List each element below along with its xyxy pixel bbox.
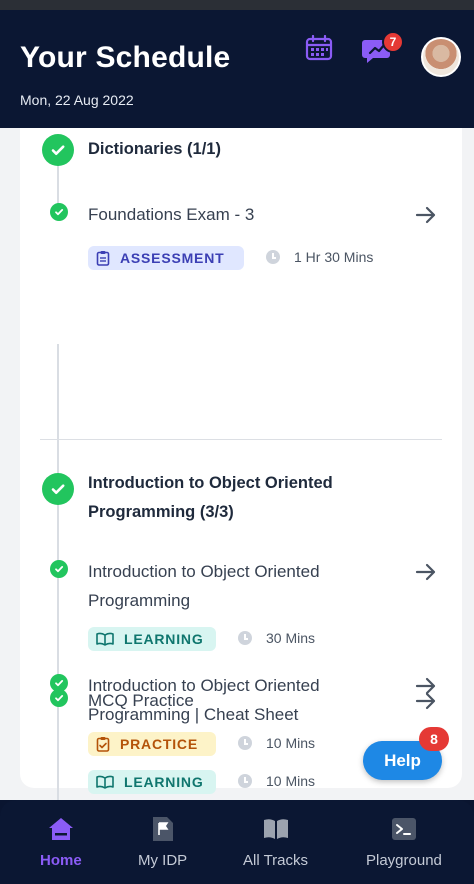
current-date: Mon, 22 Aug 2022 [20, 92, 134, 108]
duration-text: 30 Mins [266, 630, 316, 646]
clock-icon [238, 631, 252, 645]
item-duration: 1 Hr 30 Mins [266, 249, 373, 265]
tag-learning: LEARNING [88, 627, 216, 651]
status-bar-strip [0, 0, 474, 10]
nav-label: Playground [366, 852, 442, 869]
clock-icon [238, 774, 252, 788]
item-title[interactable]: Foundations Exam - 3 [88, 200, 348, 229]
section-divider [40, 439, 442, 440]
tag-learning: LEARNING [88, 770, 216, 794]
section-title: Introduction to Object Oriented Programm… [88, 474, 333, 521]
tag-label: LEARNING [124, 774, 204, 790]
duration-text: 10 Mins [266, 773, 316, 789]
notification-badge: 7 [382, 31, 404, 53]
item-complete-check-icon [50, 674, 68, 692]
item-complete-check-icon [50, 560, 68, 578]
item-complete-check-icon [50, 203, 68, 221]
item-duration: 10 Mins [238, 773, 315, 789]
app-header: Your Schedule Mon, 22 Aug 2022 [0, 10, 474, 128]
help-badge: 8 [419, 727, 449, 751]
bottom-navigation: Home My IDP All Tracks Playground [0, 800, 474, 884]
nav-my-idp[interactable]: My IDP [138, 816, 187, 869]
open-book-icon [263, 819, 288, 839]
item-duration: 30 Mins [238, 630, 315, 646]
nav-playground[interactable]: Playground [366, 816, 442, 869]
tag-assessment: ASSESSMENT [88, 246, 244, 270]
nav-label: My IDP [138, 852, 188, 869]
nav-label: All Tracks [243, 852, 309, 869]
avatar[interactable] [421, 37, 461, 77]
flag-document-icon [152, 817, 173, 841]
arrow-right-icon[interactable] [414, 689, 438, 713]
calendar-icon[interactable] [305, 35, 333, 61]
nav-label: Home [40, 852, 82, 869]
section-complete-check-icon [42, 134, 74, 166]
clipboard-icon [96, 251, 110, 266]
duration-text: 1 Hr 30 Mins [294, 249, 374, 265]
book-icon [96, 632, 114, 646]
tag-label: ASSESSMENT [120, 250, 225, 266]
book-icon [96, 775, 114, 789]
terminal-icon [391, 818, 416, 840]
home-icon [48, 818, 73, 840]
nav-all-tracks[interactable]: All Tracks [243, 816, 308, 869]
schedule-content[interactable]: Dictionaries (1/1) Foundations Exam - 3 … [0, 128, 474, 800]
arrow-right-icon[interactable] [414, 560, 438, 584]
clock-icon [266, 250, 280, 264]
tag-label: LEARNING [124, 631, 204, 647]
item-title[interactable]: Introduction to Object Oriented Programm… [88, 557, 348, 615]
section-title: Dictionaries (1/1) [88, 140, 221, 158]
item-title[interactable]: MCQ Practice [88, 686, 348, 715]
section-complete-check-icon [42, 473, 74, 505]
arrow-right-icon[interactable] [414, 203, 438, 227]
page-title: Your Schedule [20, 41, 231, 74]
nav-home[interactable]: Home [40, 816, 82, 869]
